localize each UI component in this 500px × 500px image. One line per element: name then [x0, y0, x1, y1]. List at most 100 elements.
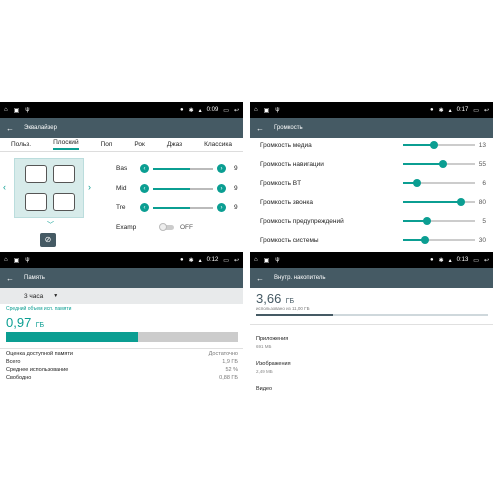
back-nav-icon[interactable]: ↩ — [234, 107, 239, 114]
increase-icon[interactable]: › — [217, 184, 226, 193]
tab-flat[interactable]: Плоский — [53, 139, 79, 150]
recent-apps-icon[interactable]: ▭ — [473, 257, 479, 264]
volume-slider[interactable] — [403, 198, 475, 206]
signal-icon: ▴ — [448, 257, 452, 264]
notification-icon: ▣ — [263, 107, 270, 114]
volume-panel: ⌂ ▣ ψ ● ✱ ▴ 0:17 ▭ ↩ ← Громкость Громкость медиа… — [250, 102, 493, 250]
back-arrow-icon[interactable]: ← — [6, 124, 14, 133]
status-bar: ⌂ ▣ ψ ● ✱ ▴ 0:12 ▭ ↩ — [0, 252, 243, 268]
volume-row-bt: Громкость BT 6 — [260, 177, 490, 189]
tab-user[interactable]: Польз. — [11, 141, 31, 148]
period-dropdown[interactable]: 3 часа ▼ — [0, 288, 243, 304]
clock: 0:17 — [456, 107, 469, 113]
band-value: 9 — [234, 204, 238, 211]
volume-slider[interactable] — [403, 160, 475, 168]
tab-pop[interactable]: Поп — [101, 141, 113, 148]
row-value: 1,9 ГБ — [222, 359, 238, 365]
home-icon[interactable]: ⌂ — [4, 107, 8, 113]
recent-apps-icon[interactable]: ▭ — [473, 107, 479, 114]
back-arrow-icon[interactable]: ← — [6, 274, 14, 283]
storage-item-images[interactable]: Изображения 2,49 МБ — [256, 361, 291, 374]
chevron-right-icon[interactable]: › — [88, 182, 91, 192]
volume-slider[interactable] — [403, 217, 475, 225]
eq-band-treble: Tre ‹ › 9 — [116, 203, 241, 212]
dropdown-arrow-icon: ▼ — [53, 293, 59, 299]
band-slider[interactable] — [153, 187, 213, 190]
tab-classic[interactable]: Классика — [204, 141, 232, 148]
memory-panel: ⌂ ▣ ψ ● ✱ ▴ 0:12 ▭ ↩ ← Память 3 часа ▼ Средний об… — [0, 252, 243, 392]
volume-label: Громкость звонка — [260, 198, 313, 206]
row-value: 0,88 ГБ — [219, 375, 238, 381]
back-nav-icon[interactable]: ↩ — [484, 107, 489, 114]
home-icon[interactable]: ⌂ — [4, 257, 8, 263]
examp-row: Examp OFF — [116, 223, 241, 231]
location-icon: ● — [179, 257, 184, 263]
decrease-icon[interactable]: ‹ — [140, 203, 149, 212]
band-value: 9 — [234, 165, 238, 172]
bluetooth-icon: ✱ — [188, 107, 194, 114]
reset-icon[interactable]: ⊘ — [40, 233, 56, 247]
examp-toggle[interactable] — [159, 223, 174, 231]
page-title: Громкость — [274, 125, 303, 131]
volume-label: Громкость BT — [260, 179, 302, 187]
volume-slider[interactable] — [403, 179, 475, 187]
back-arrow-icon[interactable]: ← — [256, 274, 264, 283]
item-size: 2,49 МБ — [256, 369, 273, 374]
usb-icon: ψ — [275, 257, 280, 263]
location-icon: ● — [429, 107, 434, 113]
chevron-left-icon[interactable]: ‹ — [3, 182, 6, 192]
notification-icon: ▣ — [13, 257, 20, 264]
volume-slider[interactable] — [403, 141, 475, 149]
increase-icon[interactable]: › — [217, 164, 226, 173]
volume-label: Громкость медиа — [260, 141, 312, 149]
tab-rock[interactable]: Рок — [134, 141, 145, 148]
signal-icon: ▴ — [198, 107, 202, 114]
band-slider[interactable] — [153, 167, 213, 170]
storage-item-apps[interactable]: Приложения 691 МБ — [256, 336, 288, 349]
page-title: Внутр. накопитель — [274, 275, 326, 281]
volume-value: 5 — [482, 217, 486, 225]
decrease-icon[interactable]: ‹ — [140, 184, 149, 193]
storage-item-video[interactable]: Видео — [256, 386, 272, 392]
page-title: Память — [24, 275, 45, 281]
avg-value-number: 0,97 — [6, 315, 32, 330]
home-icon[interactable]: ⌂ — [254, 257, 258, 263]
increase-icon[interactable]: › — [217, 203, 226, 212]
status-bar: ⌂ ▣ ψ ● ✱ ▴ 0:09 ▭ ↩ — [0, 102, 243, 118]
clock: 0:09 — [206, 107, 219, 113]
row-label: Всего — [6, 359, 21, 365]
item-label: Изображения — [256, 361, 291, 367]
recent-apps-icon[interactable]: ▭ — [223, 107, 229, 114]
app-bar: ← Эквалайзер — [0, 118, 243, 138]
avg-memory-label: Средний объем исп. памяти — [6, 306, 72, 312]
examp-label: Examp — [116, 224, 137, 231]
memory-row: Среднее использование 52 % — [6, 367, 238, 373]
volume-value: 30 — [478, 236, 486, 244]
avg-memory-value: 0,97 ГБ — [6, 314, 44, 332]
bluetooth-icon: ✱ — [188, 257, 194, 264]
used-number: 3,66 — [256, 291, 282, 306]
back-nav-icon[interactable]: ↩ — [234, 257, 239, 264]
clock: 0:13 — [456, 257, 469, 263]
back-arrow-icon[interactable]: ← — [256, 124, 264, 133]
chevron-down-icon[interactable]: ﹀ — [47, 220, 54, 230]
bluetooth-icon: ✱ — [438, 257, 444, 264]
signal-icon: ▴ — [448, 107, 452, 114]
home-icon[interactable]: ⌂ — [254, 107, 258, 113]
item-label: Видео — [256, 386, 273, 392]
back-nav-icon[interactable]: ↩ — [484, 257, 489, 264]
memory-usage-bar — [6, 332, 238, 342]
item-label: Приложения — [256, 336, 289, 342]
volume-value: 55 — [478, 160, 486, 168]
volume-slider[interactable] — [403, 236, 475, 244]
tab-jazz[interactable]: Джаз — [167, 141, 182, 148]
page-title: Эквалайзер — [24, 125, 57, 131]
band-slider[interactable] — [153, 206, 213, 209]
volume-label: Громкость предупреждений — [260, 217, 344, 225]
equalizer-panel: ⌂ ▣ ψ ● ✱ ▴ 0:09 ▭ ↩ ← Эквалайзер Польз. Плоский… — [0, 102, 243, 250]
car-seat-diagram[interactable] — [14, 158, 84, 218]
decrease-icon[interactable]: ‹ — [140, 164, 149, 173]
volume-value: 6 — [482, 179, 486, 187]
recent-apps-icon[interactable]: ▭ — [223, 257, 229, 264]
app-bar: ← Громкость — [250, 118, 493, 138]
